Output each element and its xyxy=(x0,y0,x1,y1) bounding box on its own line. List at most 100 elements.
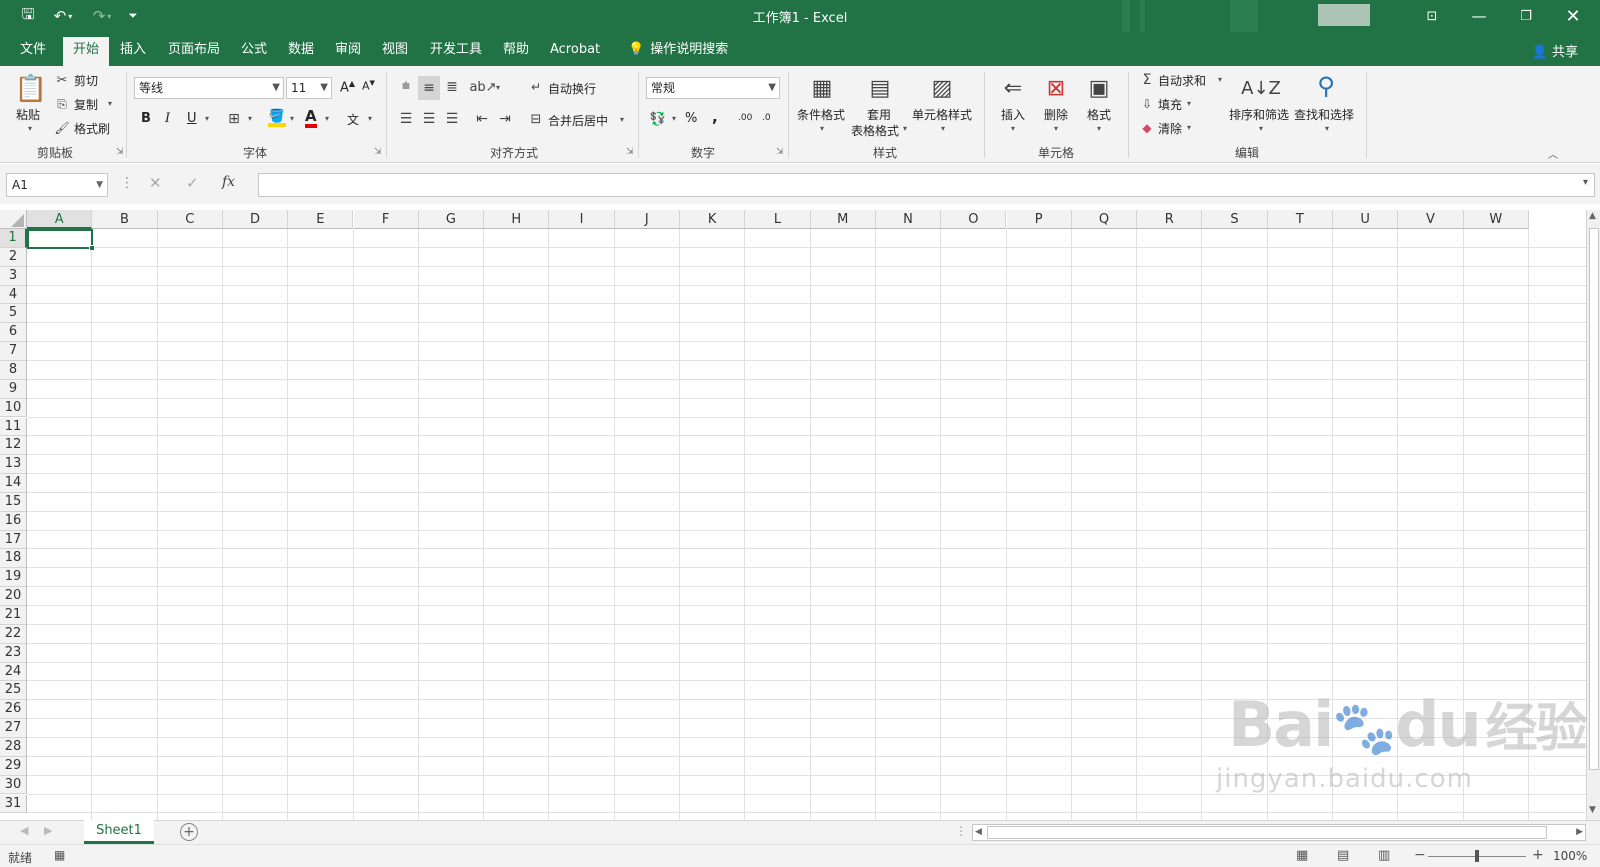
row-header-14[interactable]: 14 xyxy=(0,474,27,493)
vertical-scroll-thumb[interactable] xyxy=(1589,228,1599,770)
row-header-20[interactable]: 20 xyxy=(0,587,27,606)
autosum-icon[interactable]: Σ xyxy=(1140,71,1154,89)
fill-color-icon[interactable]: 🪣 xyxy=(268,109,286,127)
row-header-16[interactable]: 16 xyxy=(0,511,27,531)
sort-filter-dropdown[interactable]: ▾ xyxy=(1259,124,1263,133)
column-header-c[interactable]: C xyxy=(157,210,223,229)
row-header-31[interactable]: 31 xyxy=(0,794,27,814)
select-all-button[interactable] xyxy=(0,210,27,229)
column-header-r[interactable]: R xyxy=(1137,210,1203,229)
row-header-18[interactable]: 18 xyxy=(0,549,27,569)
column-header-w[interactable]: W xyxy=(1463,210,1529,229)
conditional-format-button[interactable]: 条件格式 xyxy=(797,106,845,123)
column-header-u[interactable]: U xyxy=(1333,210,1399,229)
delete-cells-button[interactable]: 删除 xyxy=(1044,106,1068,123)
tab-view[interactable]: 视图 xyxy=(372,37,418,66)
copy-button[interactable]: 复制 xyxy=(74,96,98,113)
tab-home[interactable]: 开始 xyxy=(63,37,110,66)
new-sheet-icon[interactable]: + xyxy=(180,823,198,841)
merge-center-button[interactable]: 合并后居中 xyxy=(548,112,608,129)
insert-cells-icon[interactable]: ⇐ xyxy=(998,72,1028,104)
insert-cells-button[interactable]: 插入 xyxy=(1001,106,1025,123)
delete-cells-icon[interactable]: ⊠ xyxy=(1041,72,1071,104)
wrap-text-icon[interactable]: ↵ xyxy=(528,77,544,97)
horizontal-scrollbar[interactable]: ◀ ▶ xyxy=(972,824,1586,841)
row-header-7[interactable]: 7 xyxy=(0,342,27,361)
normal-view-icon[interactable]: ▦ xyxy=(1296,848,1308,863)
clear-button[interactable]: 清除 xyxy=(1158,120,1182,137)
row-header-25[interactable]: 25 xyxy=(0,681,27,701)
wrap-text-button[interactable]: 自动换行 xyxy=(548,80,596,97)
page-layout-view-icon[interactable]: ▤ xyxy=(1337,848,1349,863)
conditional-format-icon[interactable]: ▦ xyxy=(806,72,838,104)
grow-font-button[interactable]: A▲ xyxy=(340,79,355,95)
fill-color-dropdown[interactable]: ▾ xyxy=(290,114,294,123)
eraser-icon[interactable]: ◆ xyxy=(1140,119,1154,137)
format-as-table-icon[interactable]: ▤ xyxy=(864,72,896,104)
fill-handle[interactable] xyxy=(89,244,96,251)
column-header-h[interactable]: H xyxy=(484,210,550,229)
row-header-17[interactable]: 17 xyxy=(0,530,27,550)
phonetic-dropdown[interactable]: ▾ xyxy=(368,114,372,123)
underline-dropdown[interactable]: ▾ xyxy=(205,114,209,123)
format-as-table-dropdown[interactable]: ▾ xyxy=(903,124,907,133)
column-header-j[interactable]: J xyxy=(614,210,680,229)
zoom-slider-thumb[interactable] xyxy=(1475,850,1479,862)
tab-review[interactable]: 审阅 xyxy=(325,37,371,66)
undo-icon[interactable]: ↶ ▾ xyxy=(47,4,79,28)
zoom-in-icon[interactable]: + xyxy=(1532,847,1544,863)
shrink-font-button[interactable]: A▼ xyxy=(362,79,375,93)
bold-button[interactable]: B xyxy=(141,111,151,126)
row-header-23[interactable]: 23 xyxy=(0,643,27,663)
cell-styles-icon[interactable]: ▨ xyxy=(926,72,958,104)
find-select-button[interactable]: 查找和选择 xyxy=(1294,106,1354,123)
decrease-indent-icon[interactable]: ⇤ xyxy=(472,109,492,129)
delete-cells-dropdown[interactable]: ▾ xyxy=(1054,124,1058,133)
align-left-icon[interactable]: ☰ xyxy=(396,109,416,129)
ribbon-display-options-icon[interactable]: ⊡ xyxy=(1409,0,1455,32)
magnifier-icon[interactable]: ⚲ xyxy=(1310,70,1342,102)
tab-split-grip-icon[interactable]: ⋮ xyxy=(955,824,967,838)
paste-dropdown[interactable]: ▾ xyxy=(28,124,32,133)
cancel-entry-icon[interactable]: ✕ xyxy=(149,174,162,192)
active-cell[interactable] xyxy=(27,229,94,249)
row-header-26[interactable]: 26 xyxy=(0,700,27,720)
clear-dropdown[interactable]: ▾ xyxy=(1187,123,1191,132)
row-header-15[interactable]: 15 xyxy=(0,492,27,512)
format-cells-icon[interactable]: ▣ xyxy=(1084,72,1114,104)
cell-styles-button[interactable]: 单元格样式 xyxy=(912,106,972,123)
cell-styles-dropdown[interactable]: ▾ xyxy=(941,124,945,133)
row-header-9[interactable]: 9 xyxy=(0,379,27,399)
sheet-next-icon[interactable]: ▶ xyxy=(44,824,52,837)
row-header-6[interactable]: 6 xyxy=(0,323,27,343)
font-color-dropdown[interactable]: ▾ xyxy=(325,114,329,123)
autosum-button[interactable]: 自动求和 xyxy=(1158,72,1206,89)
page-break-view-icon[interactable]: ▥ xyxy=(1378,848,1390,863)
scissors-icon[interactable]: ✂ xyxy=(54,71,70,89)
align-middle-icon[interactable]: ≡ xyxy=(418,76,440,100)
clipboard-launcher-icon[interactable]: ⇲ xyxy=(116,147,124,157)
align-right-icon[interactable]: ☰ xyxy=(442,109,462,129)
tab-formulas[interactable]: 公式 xyxy=(231,37,277,66)
percent-button[interactable]: % xyxy=(685,111,697,126)
increase-decimal-button[interactable]: .00 xyxy=(738,113,752,123)
redo-icon[interactable]: ↷ ▾ xyxy=(86,4,118,28)
row-header-8[interactable]: 8 xyxy=(0,360,27,380)
merge-center-dropdown[interactable]: ▾ xyxy=(620,115,624,124)
column-header-i[interactable]: I xyxy=(549,210,615,229)
paste-label[interactable]: 粘贴 xyxy=(16,106,40,123)
column-header-b[interactable]: B xyxy=(92,210,158,229)
tab-insert[interactable]: 插入 xyxy=(110,37,156,66)
align-center-icon[interactable]: ☰ xyxy=(419,109,439,129)
row-header-30[interactable]: 30 xyxy=(0,775,27,795)
scroll-down-icon[interactable]: ▼ xyxy=(1589,805,1596,815)
borders-icon[interactable]: ⊞ xyxy=(226,110,242,128)
number-format-select[interactable]: 常规 ▼ xyxy=(646,77,780,99)
insert-function-button[interactable]: fx xyxy=(222,174,235,190)
paste-icon[interactable]: 📋 xyxy=(14,72,48,106)
underline-button[interactable]: U xyxy=(187,111,197,126)
font-color-button[interactable]: A xyxy=(305,108,317,128)
zoom-level[interactable]: 100% xyxy=(1553,849,1587,863)
column-header-g[interactable]: G xyxy=(418,210,485,229)
column-header-n[interactable]: N xyxy=(875,210,942,229)
